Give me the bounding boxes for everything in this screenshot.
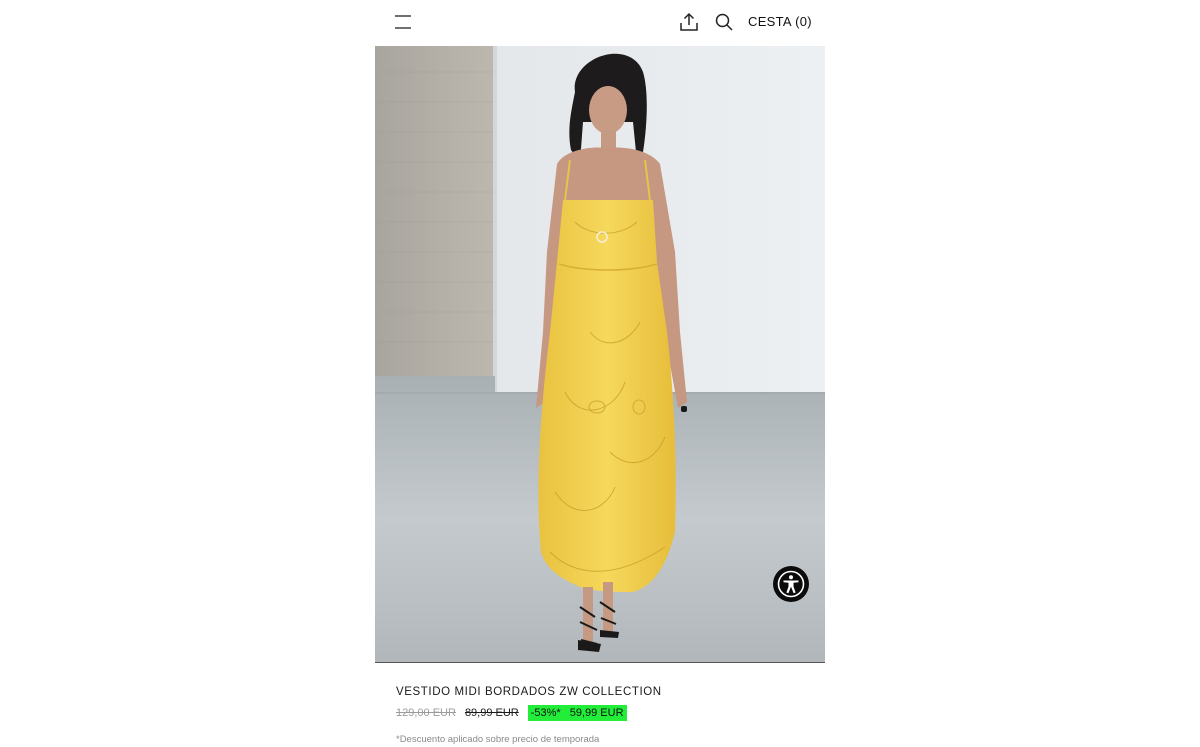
discount-badge: -53%* 59,99 EUR [527,705,627,721]
search-button[interactable] [714,12,734,32]
product-title: VESTIDO MIDI BORDADOS ZW COLLECTION [396,686,662,698]
menu-button[interactable] [393,12,413,32]
share-icon [680,12,698,31]
discount-percent: -53%* [530,707,561,719]
share-button[interactable] [678,11,700,33]
price-row: 129,00 EUR 89,99 EUR -53%* 59,99 EUR [396,704,627,722]
cart-button[interactable]: CESTA (0) [748,14,812,29]
discount-note: *Descuento aplicado sobre precio de temp… [396,734,600,745]
image-divider [375,662,825,663]
current-price: 59,99 EUR [569,707,624,719]
search-icon [715,13,733,31]
mobile-frame: CESTA (0) VESTIDO MIDI BORDADOS ZW COLLE… [375,0,825,747]
page: CESTA (0) VESTIDO MIDI BORDADOS ZW COLLE… [0,0,1200,747]
accessibility-icon [777,570,805,598]
previous-price: 89,99 EUR [464,707,519,719]
original-price: 129,00 EUR [396,707,456,719]
menu-icon [395,15,411,29]
accessibility-button[interactable] [773,566,809,602]
product-photo [375,32,825,663]
product-image[interactable] [375,32,825,663]
